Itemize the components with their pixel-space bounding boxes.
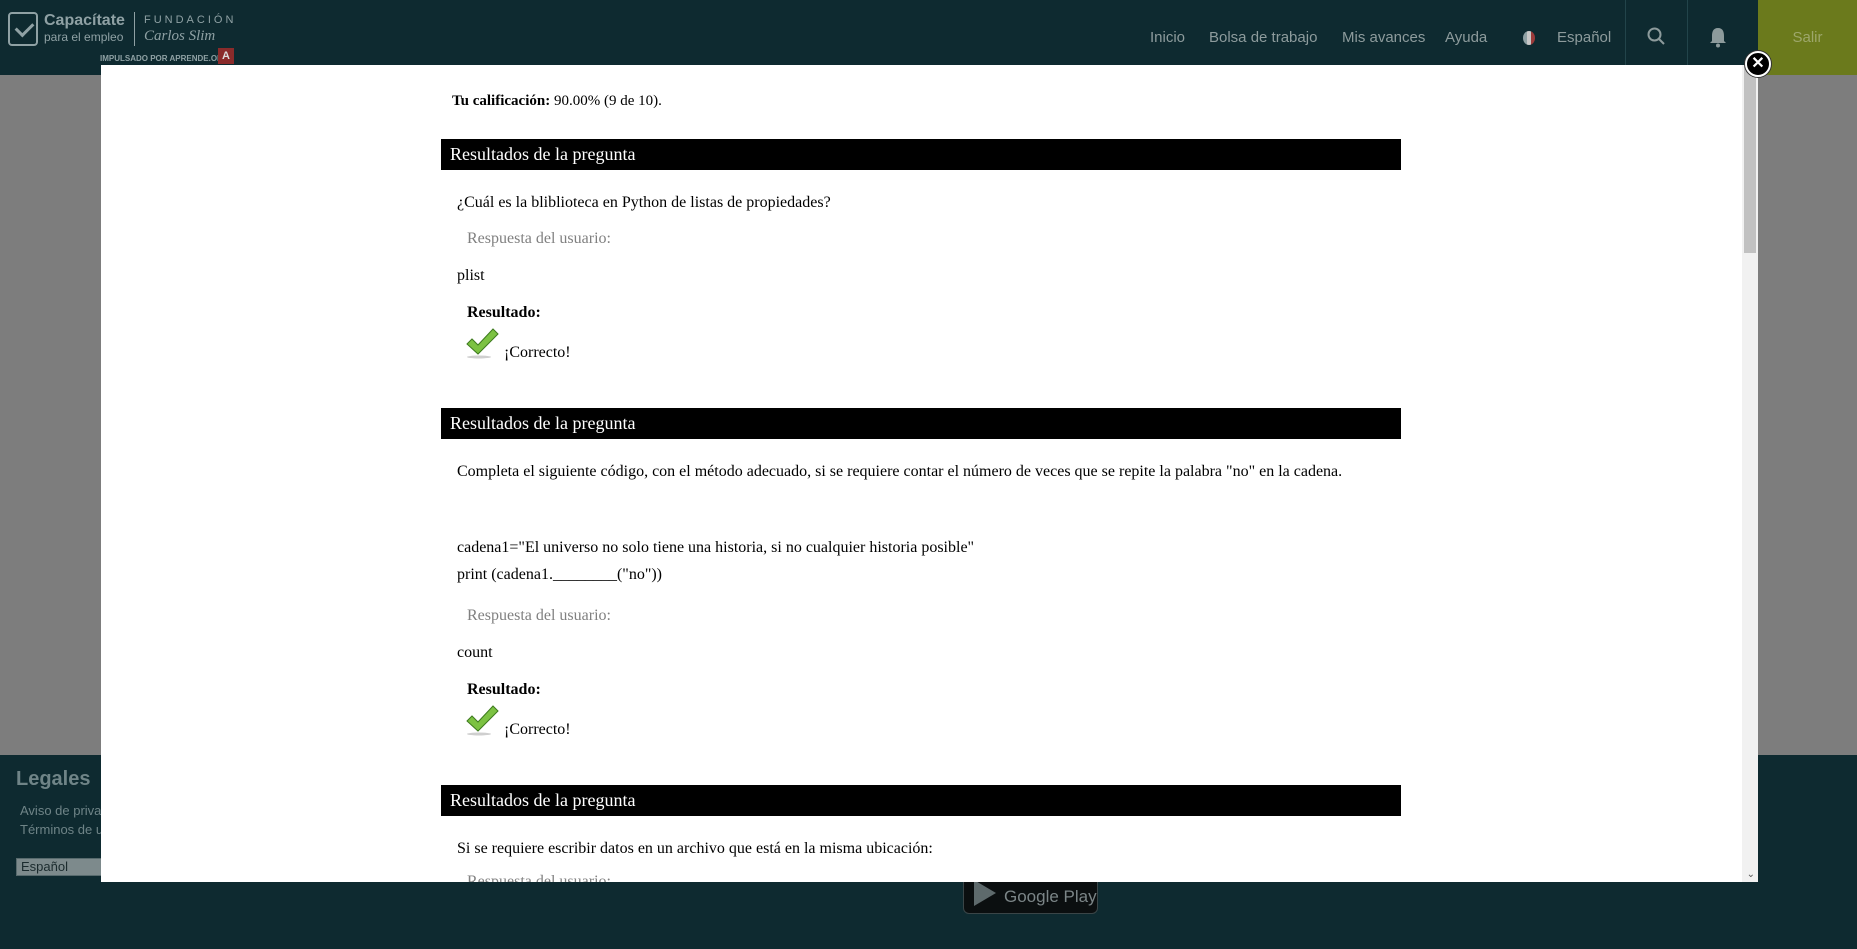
logo-foundation-name: Carlos Slim (144, 28, 216, 44)
footer-legal-title: Legales (16, 768, 91, 790)
nav-link-inicio[interactable]: Inicio (1150, 0, 1185, 75)
site-logo[interactable]: Capacítate para el empleo FUNDACIÓN Carl… (8, 10, 238, 66)
question-results-header: Resultados de la pregunta (441, 139, 1401, 170)
result-label: Resultado: (467, 304, 541, 321)
close-modal-button[interactable]: ✕ (1745, 51, 1771, 77)
user-answer-label: Respuesta del usuario: (467, 230, 611, 247)
scroll-down-arrow-icon[interactable]: ⌄ (1747, 869, 1755, 880)
question-text: Completa el siguiente código, con el mét… (457, 463, 1343, 480)
logo-checklist-icon (8, 12, 38, 46)
scrollbar-thumb[interactable] (1744, 67, 1756, 253)
google-play-label: Google Play (1004, 887, 1097, 906)
footer-link-terms[interactable]: Términos de u (20, 822, 103, 837)
search-icon[interactable] (1647, 27, 1665, 45)
user-answer-value: plist (457, 267, 485, 284)
user-answer-label: Respuesta del usuario: (467, 873, 611, 882)
result-status: ¡Correcto! (504, 721, 571, 738)
top-navigation-bar: Capacítate para el empleo FUNDACIÓN Carl… (0, 0, 1857, 75)
nav-link-mis-avances[interactable]: Mis avances (1342, 0, 1425, 75)
grade-label: Tu calificación: (452, 93, 551, 109)
mexico-flag-icon (1523, 31, 1535, 45)
logo-tagline: IMPULSADO POR APRENDE.ORG (100, 54, 230, 63)
quiz-results-modal: Tu calificación: 90.00% (9 de 10). Resul… (101, 65, 1758, 882)
logo-foundation-label: FUNDACIÓN (144, 14, 237, 26)
notification-bell-icon[interactable] (1708, 26, 1728, 48)
logo-text-primary: Capacítate (44, 12, 125, 29)
modal-scrollbar[interactable]: ⌄ (1742, 65, 1758, 882)
correct-checkmark-icon (466, 705, 499, 736)
nav-link-ayuda[interactable]: Ayuda (1445, 0, 1487, 75)
question-text: ¿Cuál es la bliblioteca en Python de lis… (457, 194, 831, 211)
logo-divider (134, 12, 135, 46)
nav-divider (1625, 0, 1626, 75)
google-play-icon (974, 880, 996, 906)
user-answer-value: count (457, 644, 493, 661)
correct-checkmark-icon (466, 328, 499, 359)
code-line: cadena1="El universo no solo tiene una h… (457, 539, 975, 556)
result-status: ¡Correcto! (504, 344, 571, 361)
logo-text-secondary: para el empleo (44, 30, 124, 44)
user-answer-label: Respuesta del usuario: (467, 607, 611, 624)
result-label: Resultado: (467, 681, 541, 698)
code-line: print (cadena1.________("no")) (457, 566, 662, 583)
grade-value: 90.00% (9 de 10). (550, 93, 662, 109)
aprende-logo-icon: A (218, 48, 234, 64)
question-results-header: Resultados de la pregunta (441, 408, 1401, 439)
footer-link-privacy[interactable]: Aviso de priva (20, 803, 101, 818)
grade-summary: Tu calificación: 90.00% (9 de 10). (452, 93, 662, 110)
language-selector[interactable]: Español (1557, 0, 1611, 75)
nav-link-bolsa-de-trabajo[interactable]: Bolsa de trabajo (1209, 0, 1317, 75)
question-text: Si se requiere escribir datos en un arch… (457, 840, 933, 857)
nav-divider (1687, 0, 1688, 75)
question-results-header: Resultados de la pregunta (441, 785, 1401, 816)
footer-language-select[interactable]: Español (16, 858, 106, 876)
logout-button[interactable]: Salir (1758, 0, 1857, 75)
